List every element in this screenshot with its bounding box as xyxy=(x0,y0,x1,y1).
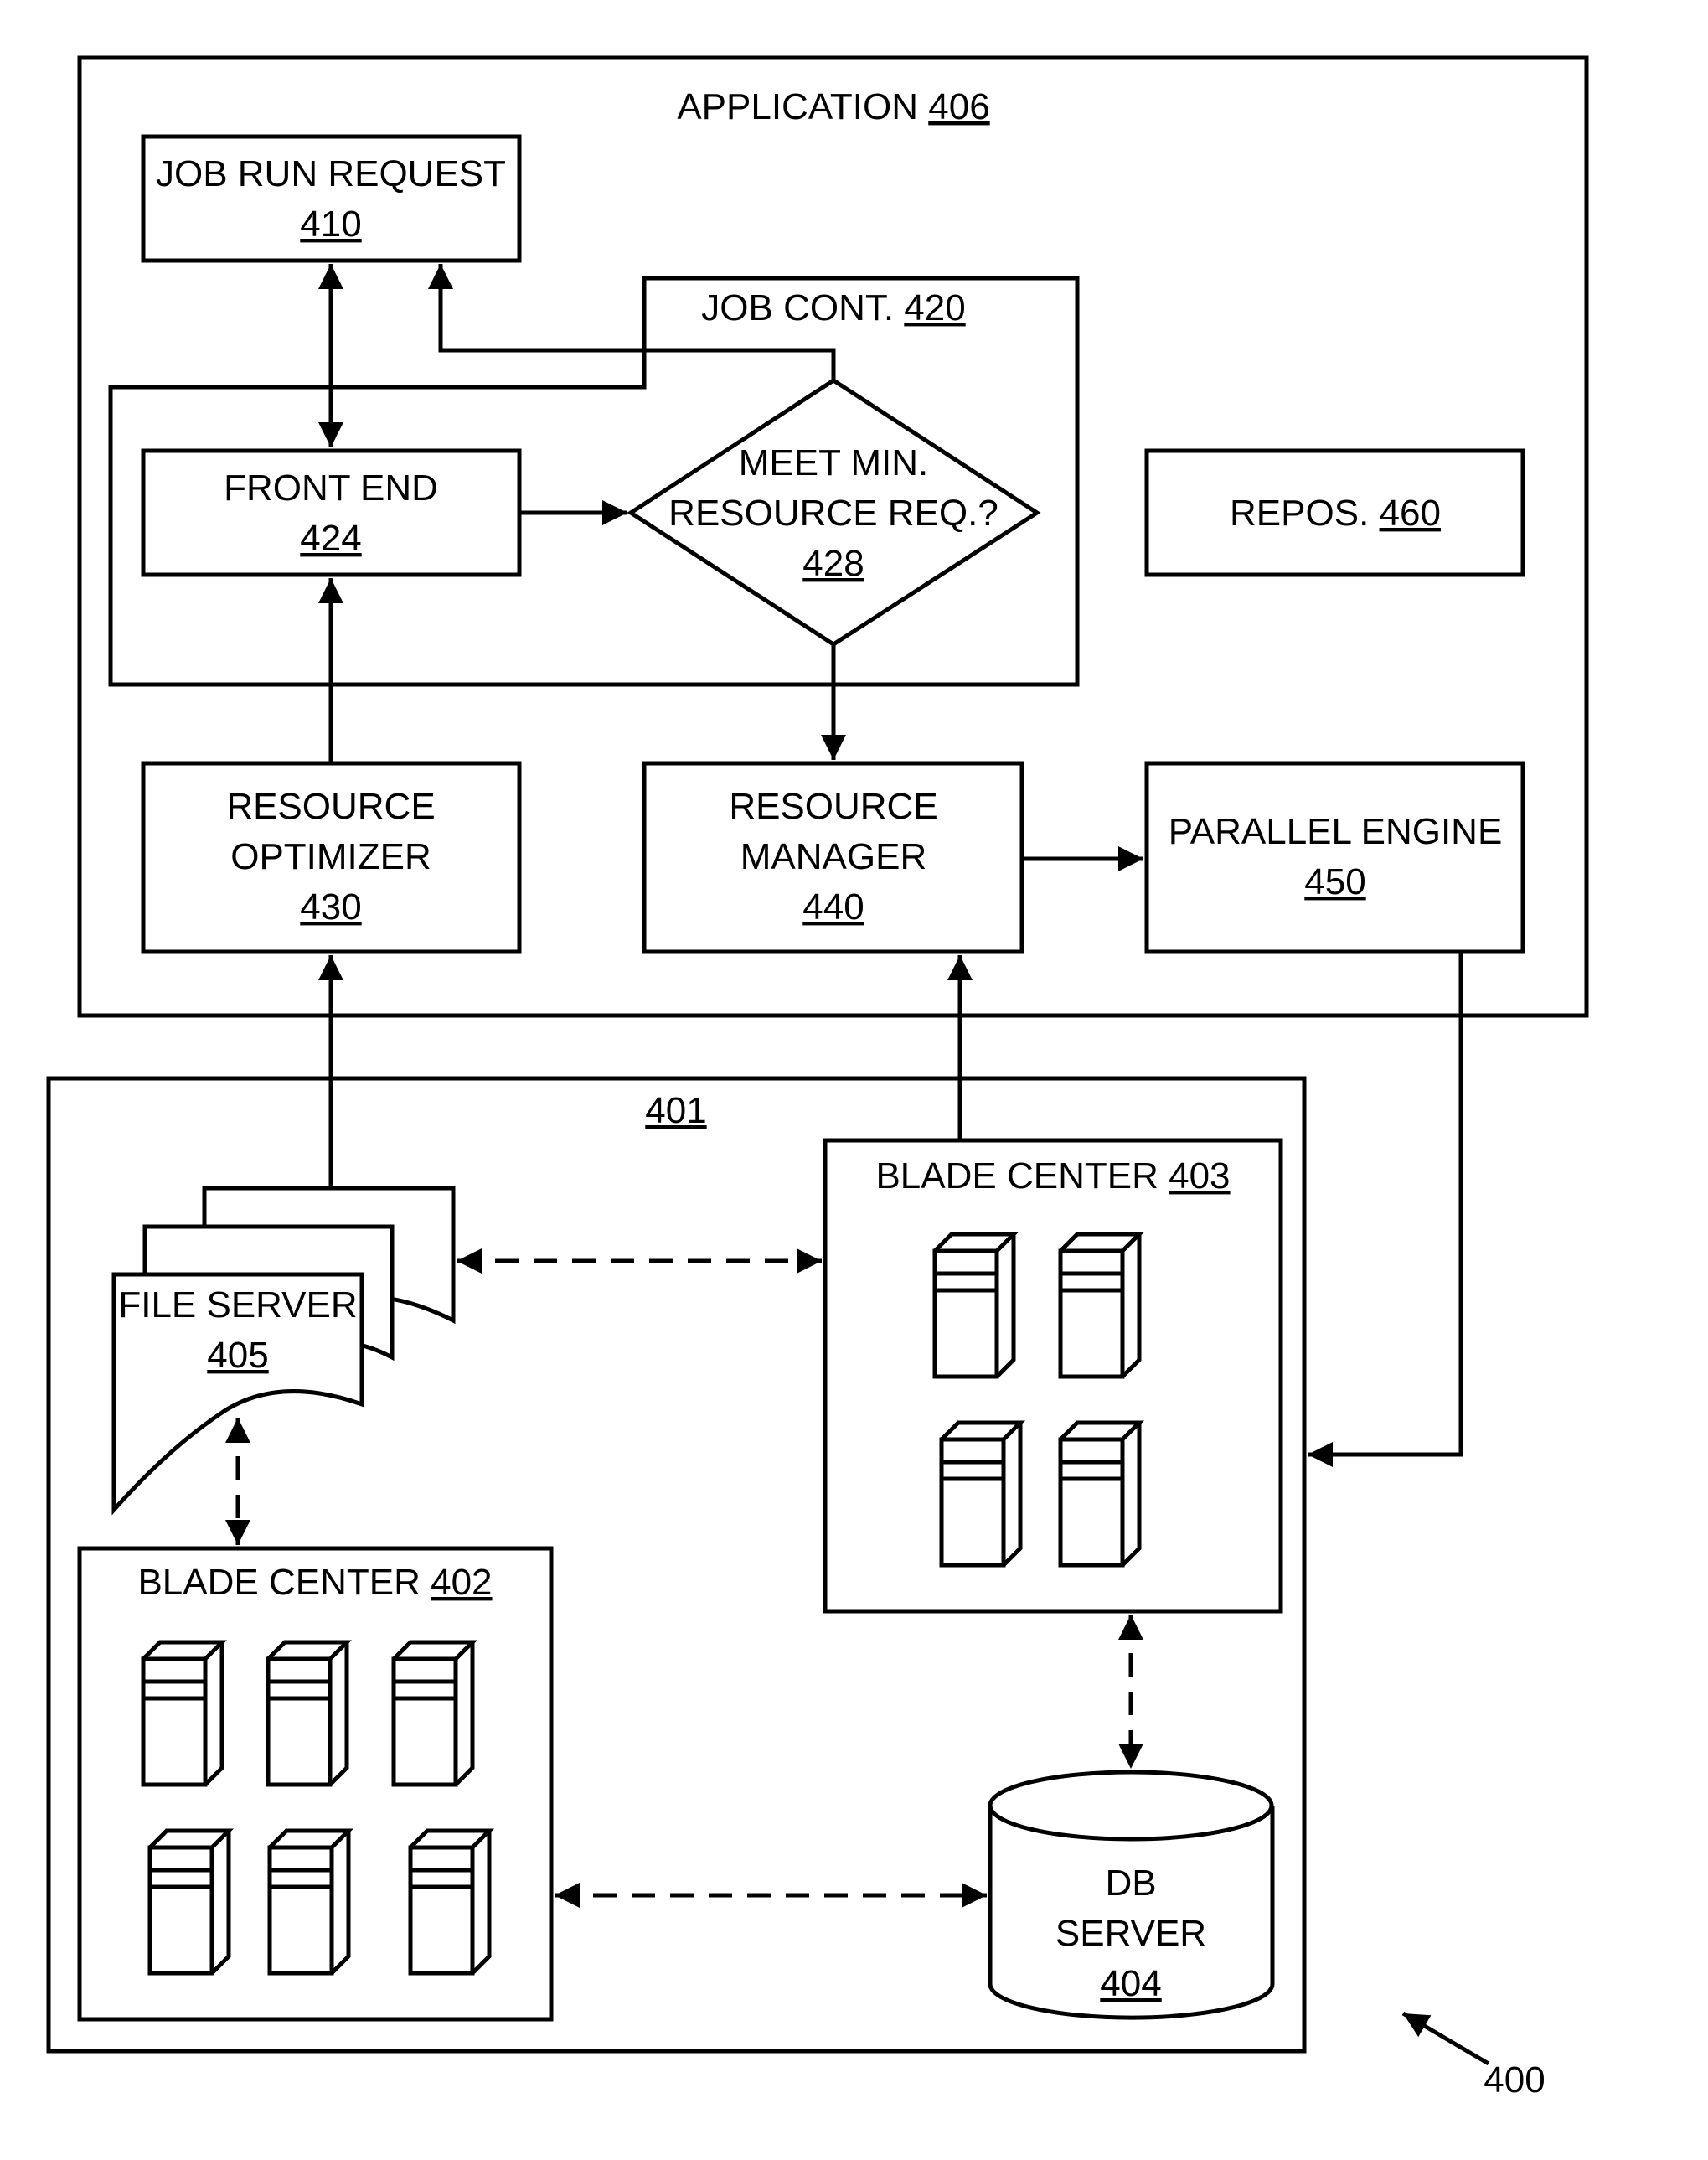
file-server-ref: 405 xyxy=(207,1335,268,1376)
cluster-ref: 401 xyxy=(645,1090,706,1131)
resource-manager-line1: RESOURCE xyxy=(729,786,937,827)
application-title: APPLICATION 406 xyxy=(677,86,989,127)
file-server-label: FILE SERVER xyxy=(118,1284,357,1325)
arrow-engine-cluster xyxy=(1308,952,1463,1467)
figure-pointer-arrow xyxy=(1401,2011,1490,2066)
repos-label: REPOS. 460 xyxy=(1230,493,1441,534)
blade-center-402-title: BLADE CENTER 402 xyxy=(137,1562,492,1603)
db-server-line1: DB xyxy=(1105,1863,1156,1904)
resource-manager-line2: MANAGER xyxy=(740,836,926,877)
db-server-line2: SERVER xyxy=(1055,1913,1206,1954)
decision-line1: MEET MIN. xyxy=(739,442,929,483)
resource-optimizer-line2: OPTIMIZER xyxy=(230,836,431,877)
parallel-engine-label: PARALLEL ENGINE xyxy=(1169,811,1503,852)
job-run-request-label: JOB RUN REQUEST xyxy=(156,153,506,194)
db-server-ref: 404 xyxy=(1100,1963,1161,2004)
figure-number: 400 xyxy=(1484,2059,1545,2101)
system-diagram: APPLICATION 406 JOB CONT. 420 JOB RUN RE… xyxy=(46,55,1589,2101)
parallel-engine-box xyxy=(1144,761,1525,954)
resource-optimizer-ref: 430 xyxy=(300,886,361,928)
front-end-ref: 424 xyxy=(300,518,361,559)
job-run-request-ref: 410 xyxy=(300,204,361,245)
resource-optimizer-line1: RESOURCE xyxy=(226,786,435,827)
resource-manager-ref: 440 xyxy=(802,886,864,928)
blade-center-403-title: BLADE CENTER 403 xyxy=(875,1155,1230,1196)
parallel-engine-ref: 450 xyxy=(1304,861,1365,902)
job-cont-title: JOB CONT. 420 xyxy=(701,287,965,328)
blade-center-403-box xyxy=(823,1138,1283,1614)
decision-line2: RESOURCE REQ.? xyxy=(668,493,998,534)
decision-ref: 428 xyxy=(802,543,864,584)
front-end-label: FRONT END xyxy=(224,468,438,509)
